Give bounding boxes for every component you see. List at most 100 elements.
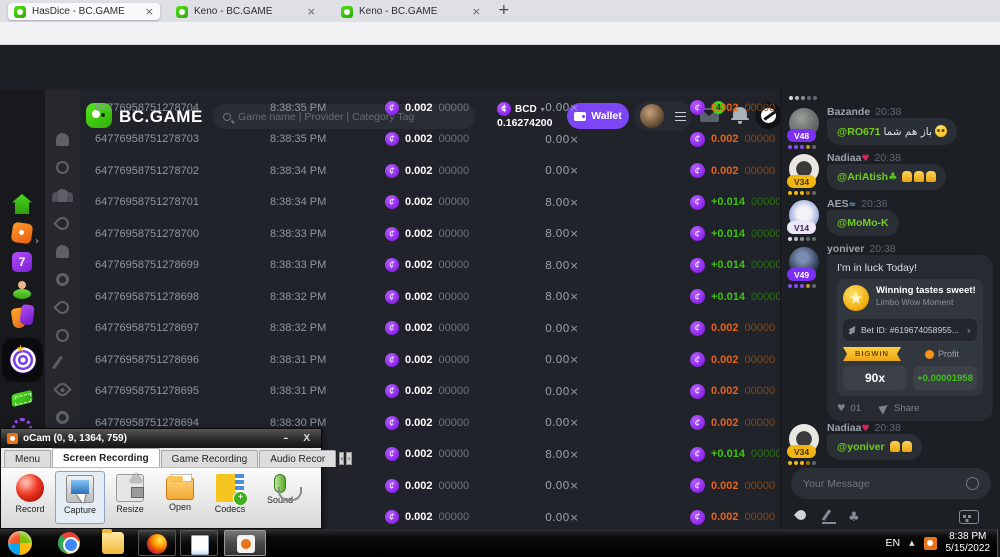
chat-input[interactable] [791, 468, 991, 499]
tray-app-icon[interactable] [924, 537, 937, 550]
chat-bubble: @RO671 باز هم شما [827, 118, 957, 145]
slots-icon[interactable]: 7 [12, 252, 32, 272]
close-button[interactable]: X [298, 433, 315, 444]
mention-link[interactable]: @MoMo-K [837, 217, 889, 229]
tab-scroll-right-icon[interactable]: › [346, 452, 351, 465]
menu-icon-11[interactable] [56, 411, 69, 424]
explorer-taskbar-icon[interactable] [102, 532, 124, 554]
menu-icon-9[interactable] [52, 355, 63, 369]
browser-tab-hasdice[interactable]: HasDice - BC.GAME × [8, 3, 160, 20]
table-row[interactable]: 647769587512787008:38:33 PM0.002000008.0… [80, 218, 786, 250]
bcd-coin-icon [690, 510, 705, 525]
mention-link[interactable]: @yoniver [837, 441, 885, 453]
notepad-taskbar-button[interactable] [180, 530, 218, 556]
menu-icon-3[interactable] [56, 189, 69, 202]
wave-emoji: ≈ [849, 200, 857, 210]
tab-screen-recording[interactable]: Screen Recording [52, 448, 160, 467]
emoji-picker-icon[interactable] [966, 477, 979, 490]
chat-username[interactable]: Nadiaa [827, 422, 861, 434]
table-row[interactable]: 647769587512787028:38:34 PM0.002000000.0… [80, 155, 786, 187]
system-tray: EN ▲ 8:38 PM 5/15/2022 [886, 529, 996, 557]
tab-close-icon[interactable]: × [141, 5, 154, 18]
bet-profit: +0.01400000 [690, 258, 782, 273]
menu-icon-1[interactable] [56, 133, 69, 146]
record-button[interactable]: Record [5, 471, 55, 524]
start-button[interactable] [8, 531, 32, 555]
profit-coin-icon [925, 350, 934, 359]
table-row[interactable]: 647769587512786998:38:33 PM0.002000008.0… [80, 250, 786, 282]
open-button[interactable]: Open [155, 471, 205, 524]
table-row[interactable]: 647769587512787038:38:35 PM0.002000000.0… [80, 124, 786, 156]
browser-tab-keno-1[interactable]: Keno - BC.GAME × [170, 3, 322, 20]
casino-icon[interactable] [11, 222, 34, 245]
tab-menu[interactable]: Menu [4, 450, 51, 467]
table-row[interactable]: 647769587512786968:38:31 PM0.002000000.0… [80, 344, 786, 376]
ocam-titlebar[interactable]: oCam (0, 9, 1364, 759) – X [1, 429, 321, 448]
bcd-coin-icon [690, 289, 705, 304]
raised-hands-emoji [888, 441, 912, 453]
chat-username[interactable]: Bazande [827, 106, 870, 118]
bcd-coin-icon [690, 258, 705, 273]
promotions-icon[interactable] [11, 307, 27, 329]
minimize-button[interactable]: – [278, 433, 293, 444]
taskbar-clock[interactable]: 8:38 PM 5/15/2022 [946, 531, 997, 555]
payout-multiplier: 8.00× [545, 196, 690, 209]
chrome-taskbar-icon[interactable] [58, 532, 80, 554]
capture-button[interactable]: Capture [55, 471, 105, 524]
table-row[interactable]: 647769587512787018:38:34 PM0.002000008.0… [80, 187, 786, 219]
menu-icon-5[interactable] [56, 245, 69, 258]
bcd-coin-icon [385, 321, 399, 335]
home-icon[interactable] [12, 194, 32, 214]
tab-scroll-left-icon[interactable]: ‹ [339, 452, 344, 465]
hash-dice-active-icon[interactable]: ★ [2, 338, 43, 382]
menu-icon-10[interactable] [53, 380, 71, 398]
table-row[interactable]: 647769587512787048:38:35 PM0.002000000.0… [80, 92, 786, 124]
new-tab-button[interactable]: + [498, 2, 510, 18]
chat-username[interactable]: Nadiaa [827, 152, 861, 164]
like-heart-icon[interactable]: ♥ [837, 403, 846, 414]
firefox-taskbar-button[interactable] [138, 530, 176, 556]
table-row[interactable]: 647769587512786978:38:32 PM0.002000000.0… [80, 313, 786, 345]
win-share-card[interactable]: Winning tastes sweet! Limbo Wow Moment B… [837, 279, 983, 396]
rain-icon[interactable] [794, 508, 808, 522]
menu-icon-8[interactable] [56, 329, 69, 342]
share-label[interactable]: Share [894, 403, 919, 414]
chat-panel: Bazande20:38 V48 @RO671 باز هم شما Nadia… [780, 90, 1000, 530]
gif-icon[interactable] [959, 510, 979, 524]
lottery-icon[interactable] [12, 390, 33, 407]
chat-username[interactable]: AES [827, 198, 849, 210]
share-icon[interactable] [878, 402, 890, 414]
bet-time: 8:38:34 PM [270, 196, 385, 208]
expand-chevron-icon[interactable]: › [35, 236, 39, 247]
tab-close-icon[interactable]: × [468, 5, 481, 18]
table-row[interactable]: 647769587512786988:38:32 PM0.002000008.0… [80, 281, 786, 313]
tab-game-recording[interactable]: Game Recording [161, 450, 259, 467]
mention-link[interactable]: @RO671 [837, 126, 881, 138]
tray-expand-icon[interactable]: ▲ [909, 539, 914, 547]
tab-close-icon[interactable]: × [303, 5, 316, 18]
bet-id: 64776958751278702 [95, 165, 270, 177]
table-row[interactable]: 647769587512786958:38:31 PM0.002000000.0… [80, 376, 786, 408]
language-indicator[interactable]: EN [886, 537, 901, 549]
ocam-taskbar-button[interactable] [224, 530, 266, 556]
menu-icon-7[interactable] [53, 298, 71, 316]
menu-icon-2[interactable] [56, 161, 69, 174]
live-casino-icon[interactable] [12, 280, 32, 300]
menu-icon-4[interactable] [53, 214, 71, 232]
payout-multiplier: 0.00× [545, 133, 690, 146]
menu-icon-6[interactable] [56, 273, 69, 286]
mention-link[interactable]: @AriAtish [837, 171, 888, 183]
tab-audio-recording[interactable]: Audio Recor [259, 450, 336, 467]
star-icon: ★ [16, 344, 25, 355]
clover-icon[interactable]: ♣ [848, 510, 862, 524]
browser-tab-keno-2[interactable]: Keno - BC.GAME × [335, 3, 487, 20]
chat-username[interactable]: yoniver [827, 243, 864, 255]
codecs-button[interactable]: Codecs [205, 471, 255, 524]
resize-button[interactable]: Resize [105, 471, 155, 524]
ocam-tabs: Menu Screen Recording Game Recording Aud… [1, 448, 321, 468]
sound-button[interactable]: Sound [255, 471, 305, 524]
message-input[interactable] [803, 478, 966, 490]
chat-rules-icon[interactable] [822, 510, 836, 524]
bet-id-link[interactable]: Bet ID: #619674058955... › [843, 319, 977, 341]
bcd-coin-icon [690, 132, 705, 147]
